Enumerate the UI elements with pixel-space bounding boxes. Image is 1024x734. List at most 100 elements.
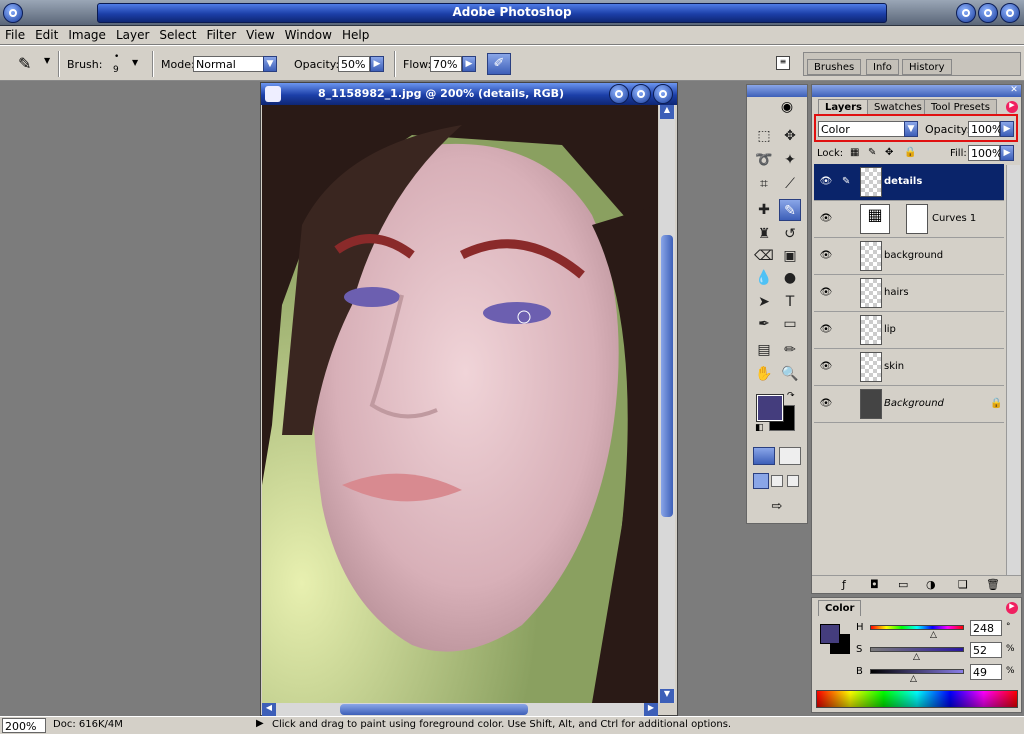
eye-icon[interactable]: 👁 xyxy=(816,394,836,414)
eye-icon[interactable]: 👁 xyxy=(816,283,836,303)
adobe-online-icon[interactable]: ◉ xyxy=(767,99,807,119)
opacity-arrow-icon[interactable]: ▶ xyxy=(370,56,384,72)
swap-colors-icon[interactable]: ↷ xyxy=(787,391,795,401)
saturation-slider-marker[interactable]: △ xyxy=(913,652,920,662)
move-tool-icon[interactable]: ✥ xyxy=(779,125,801,147)
doc-close-button[interactable] xyxy=(653,84,673,104)
layer-row-curves[interactable]: 👁 ▦ Curves 1 xyxy=(814,201,1004,238)
menu-help[interactable]: Help xyxy=(337,26,374,42)
layer-row-skin[interactable]: 👁 skin xyxy=(814,349,1004,386)
blend-mode-select[interactable]: Color xyxy=(818,121,906,137)
history-brush-icon[interactable]: ↺ xyxy=(779,223,801,245)
h-field[interactable]: 248 xyxy=(970,620,1002,636)
tab-swatches[interactable]: Swatches xyxy=(867,99,929,115)
scroll-left-icon[interactable]: ◀ xyxy=(262,703,276,716)
mode-dropdown-icon[interactable]: ▼ xyxy=(263,56,277,72)
flow-field[interactable]: 70% xyxy=(430,56,462,72)
tab-info[interactable]: Info xyxy=(866,59,899,75)
lock-transparency-icon[interactable]: ▦ xyxy=(850,147,859,158)
airbrush-icon[interactable]: ✐ xyxy=(487,53,511,75)
layer-row-background[interactable]: 👁 Background 🔒 xyxy=(814,386,1004,423)
horizontal-scroll-thumb[interactable] xyxy=(340,704,528,715)
lasso-tool-icon[interactable]: ➰ xyxy=(753,149,775,171)
hand-tool-icon[interactable]: ✋ xyxy=(753,363,775,385)
opacity-field[interactable]: 50% xyxy=(338,56,370,72)
tab-tool-presets[interactable]: Tool Presets xyxy=(924,99,997,115)
foreground-color-swatch[interactable] xyxy=(756,394,784,422)
slice-tool-icon[interactable]: ⟋ xyxy=(779,173,801,195)
tab-layers[interactable]: Layers xyxy=(818,99,869,115)
tab-color[interactable]: Color xyxy=(818,600,862,616)
layer-opacity-field[interactable]: 100% xyxy=(968,121,1002,137)
eye-icon[interactable]: 👁 xyxy=(816,172,836,192)
screen-mode-standard[interactable] xyxy=(753,473,769,489)
panel-menu-icon[interactable]: ▶ xyxy=(1006,101,1018,113)
notes-tool-icon[interactable]: ▤ xyxy=(753,339,775,361)
color-fg-swatch[interactable] xyxy=(820,624,840,644)
tool-preset-icon[interactable]: ✎ xyxy=(18,54,31,73)
menu-view[interactable]: View xyxy=(241,26,279,42)
screen-mode-full[interactable] xyxy=(787,475,799,487)
menu-filter[interactable]: Filter xyxy=(201,26,241,42)
close-button[interactable] xyxy=(1000,3,1020,23)
zoom-tool-icon[interactable]: 🔍 xyxy=(779,363,801,385)
color-spectrum-bar[interactable] xyxy=(816,690,1018,708)
lock-all-icon[interactable]: 🔒 xyxy=(904,147,916,158)
brush-arrow-icon[interactable]: ▼ xyxy=(132,58,138,67)
layer-row-lip[interactable]: 👁 lip xyxy=(814,312,1004,349)
doc-minimize-button[interactable] xyxy=(609,84,629,104)
fill-arrow-icon[interactable]: ▶ xyxy=(1000,145,1014,161)
layer-style-icon[interactable]: ƒ xyxy=(842,578,846,591)
hue-slider-marker[interactable]: △ xyxy=(930,630,937,640)
eye-icon[interactable]: 👁 xyxy=(816,357,836,377)
eraser-tool-icon[interactable]: ⌫ xyxy=(753,245,775,267)
shape-tool-icon[interactable]: ▭ xyxy=(779,313,801,335)
color-panel-menu-icon[interactable]: ▶ xyxy=(1006,602,1018,614)
layer-opacity-arrow-icon[interactable]: ▶ xyxy=(1000,121,1014,137)
eye-icon[interactable]: 👁 xyxy=(816,320,836,340)
brush-tool-icon[interactable]: ✎ xyxy=(779,199,801,221)
menu-edit[interactable]: Edit xyxy=(30,26,63,42)
lock-position-icon[interactable]: ✥ xyxy=(885,147,893,158)
add-mask-icon[interactable]: ◘ xyxy=(870,578,879,591)
trash-icon[interactable]: 🗑 xyxy=(986,578,1000,591)
layer-row-hairs[interactable]: 👁 hairs xyxy=(814,275,1004,312)
brush-dot-icon[interactable]: • xyxy=(114,52,119,62)
scroll-right-icon[interactable]: ▶ xyxy=(644,703,658,716)
menu-image[interactable]: Image xyxy=(63,26,111,42)
clone-stamp-icon[interactable]: ♜ xyxy=(753,223,775,245)
menu-select[interactable]: Select xyxy=(154,26,201,42)
adjustment-layer-icon[interactable]: ◑ xyxy=(926,578,936,591)
blend-mode-dropdown-icon[interactable]: ▼ xyxy=(904,121,918,137)
gradient-tool-icon[interactable]: ▣ xyxy=(779,245,801,267)
eye-icon[interactable]: 👁 xyxy=(816,246,836,266)
lock-image-icon[interactable]: ✎ xyxy=(868,147,876,158)
menu-layer[interactable]: Layer xyxy=(111,26,154,42)
hue-slider[interactable] xyxy=(870,625,964,630)
menu-window[interactable]: Window xyxy=(280,26,337,42)
mode-select[interactable]: Normal xyxy=(193,56,265,72)
healing-brush-icon[interactable]: ✚ xyxy=(753,199,775,221)
scroll-up-icon[interactable]: ▲ xyxy=(660,105,674,119)
path-select-icon[interactable]: ➤ xyxy=(753,291,775,313)
menu-file[interactable]: File xyxy=(0,26,30,42)
screen-mode-full-menu[interactable] xyxy=(771,475,783,487)
dodge-tool-icon[interactable]: ● xyxy=(779,267,801,289)
panel-close-icon[interactable]: ✕ xyxy=(1008,85,1020,97)
jump-to-imageready-icon[interactable]: ⇨ xyxy=(755,499,799,517)
tool-preset-arrow-icon[interactable]: ▼ xyxy=(44,56,50,65)
doc-maximize-button[interactable] xyxy=(631,84,651,104)
scroll-down-icon[interactable]: ▼ xyxy=(660,689,674,703)
eyedropper-icon[interactable]: ✏ xyxy=(779,339,801,361)
status-arrow-icon[interactable]: ▶ xyxy=(256,718,264,729)
type-tool-icon[interactable]: T xyxy=(779,291,801,313)
tab-brushes[interactable]: Brushes xyxy=(807,59,862,75)
pen-tool-icon[interactable]: ✒ xyxy=(753,313,775,335)
new-set-icon[interactable]: ▭ xyxy=(898,578,908,591)
file-browser-icon[interactable]: ≡ xyxy=(776,56,790,70)
quick-mask-button[interactable] xyxy=(779,447,801,465)
flow-arrow-icon[interactable]: ▶ xyxy=(462,56,476,72)
vertical-scroll-thumb[interactable] xyxy=(661,235,673,517)
vertical-scrollbar[interactable]: ▲ ▼ xyxy=(659,105,675,703)
horizontal-scrollbar[interactable]: ◀ ▶ xyxy=(262,703,658,716)
